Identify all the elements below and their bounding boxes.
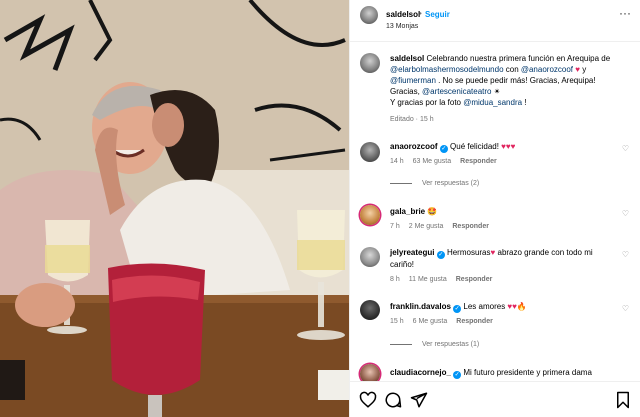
comment-text: gala_brie 🤩 <box>390 206 620 217</box>
comment-text: jelyreategui ✓ Hermosuras♥ abrazo grande… <box>390 248 593 269</box>
post-details-panel: saldelsol • Seguir 13 Monjas ··· saldels… <box>349 0 640 417</box>
view-replies-button[interactable]: Ver respuestas (1) <box>390 341 479 348</box>
mention-link[interactable]: @midua_sandra <box>463 98 522 107</box>
mention-link[interactable]: @elarbolmashermosodelmundo <box>390 65 504 74</box>
reply-button[interactable]: Responder <box>456 276 493 283</box>
verified-badge-icon: ✓ <box>439 145 448 153</box>
owner-username[interactable]: saldelsol <box>386 10 420 19</box>
caption-avatar[interactable] <box>360 53 380 73</box>
comment-meta: 14 h 63 Me gusta Responder <box>390 158 497 165</box>
comment-icon[interactable] <box>384 391 402 409</box>
caption-text: saldelsol Celebrando nuestra primera fun… <box>390 54 611 107</box>
comment-avatar[interactable] <box>360 247 380 267</box>
comments-list[interactable]: saldelsol Celebrando nuestra primera fun… <box>350 43 640 381</box>
comment-text: claudiacornejo_ ✓ Mi futuro presidente y… <box>390 368 592 379</box>
bookmark-icon[interactable] <box>614 391 632 409</box>
verified-badge-icon: ✓ <box>453 305 462 313</box>
post-actions-bar <box>350 381 640 417</box>
caption-username[interactable]: saldelsol <box>390 54 424 63</box>
comment-username[interactable]: franklin.davalos <box>390 302 451 311</box>
comment-avatar[interactable] <box>360 205 380 225</box>
reply-button[interactable]: Responder <box>456 318 493 325</box>
post-header: saldelsol • Seguir 13 Monjas ··· <box>350 0 640 42</box>
verified-badge-icon: ✓ <box>436 251 445 259</box>
location-link[interactable]: 13 Monjas <box>386 23 418 30</box>
comment-avatar[interactable] <box>360 364 380 381</box>
comment-text: franklin.davalos ✓ Les amores ♥♥🔥 <box>390 302 527 313</box>
post-photo <box>0 0 349 417</box>
caption-meta: Editado · 15 h <box>390 116 434 123</box>
mention-link[interactable]: @artescenicateatro <box>422 87 492 96</box>
separator-dot: • <box>419 9 422 18</box>
owner-avatar[interactable] <box>360 6 378 24</box>
heart-icon[interactable] <box>359 391 377 409</box>
reply-button[interactable]: Responder <box>460 158 497 165</box>
comment-meta: 8 h 11 Me gusta Responder <box>390 276 493 283</box>
view-replies-button[interactable]: Ver respuestas (2) <box>390 180 479 187</box>
mention-link[interactable]: @fiumerman <box>390 76 436 85</box>
sparkle-emoji-icon: ✴ <box>493 87 501 96</box>
verified-badge-icon: ✓ <box>453 371 462 379</box>
comment-username[interactable]: gala_brie <box>390 207 425 216</box>
follow-button[interactable]: Seguir <box>425 10 450 19</box>
comment-avatar[interactable] <box>360 300 380 320</box>
heart-emoji-icon: ♥♥♥ <box>501 142 516 151</box>
like-comment-heart-icon[interactable]: ♡ <box>622 209 629 218</box>
more-horizontal-icon[interactable]: ··· <box>619 6 631 20</box>
comment-text: anaorozcoof ✓ Qué felicidad! ♥♥♥ <box>390 142 516 153</box>
comment-username[interactable]: anaorozcoof <box>390 142 438 151</box>
like-comment-heart-icon[interactable]: ♡ <box>622 250 629 259</box>
heart-fire-emoji-icon: ♥♥🔥 <box>507 302 527 311</box>
like-comment-heart-icon[interactable]: ♡ <box>622 304 629 313</box>
reply-button[interactable]: Responder <box>452 223 489 230</box>
comment-username[interactable]: claudiacornejo_ <box>390 368 451 377</box>
mention-link[interactable]: @anaorozcoof <box>521 65 573 74</box>
share-icon[interactable] <box>410 391 428 409</box>
comment-meta: 15 h6 Me gusta Responder <box>390 318 493 325</box>
star-eyes-emoji-icon: 🤩 <box>427 207 438 216</box>
like-comment-heart-icon[interactable]: ♡ <box>622 144 629 153</box>
comment-meta: 7 h2 Me gusta Responder <box>390 223 489 230</box>
comment-avatar[interactable] <box>360 142 380 162</box>
comment-username[interactable]: jelyreategui <box>390 248 434 257</box>
